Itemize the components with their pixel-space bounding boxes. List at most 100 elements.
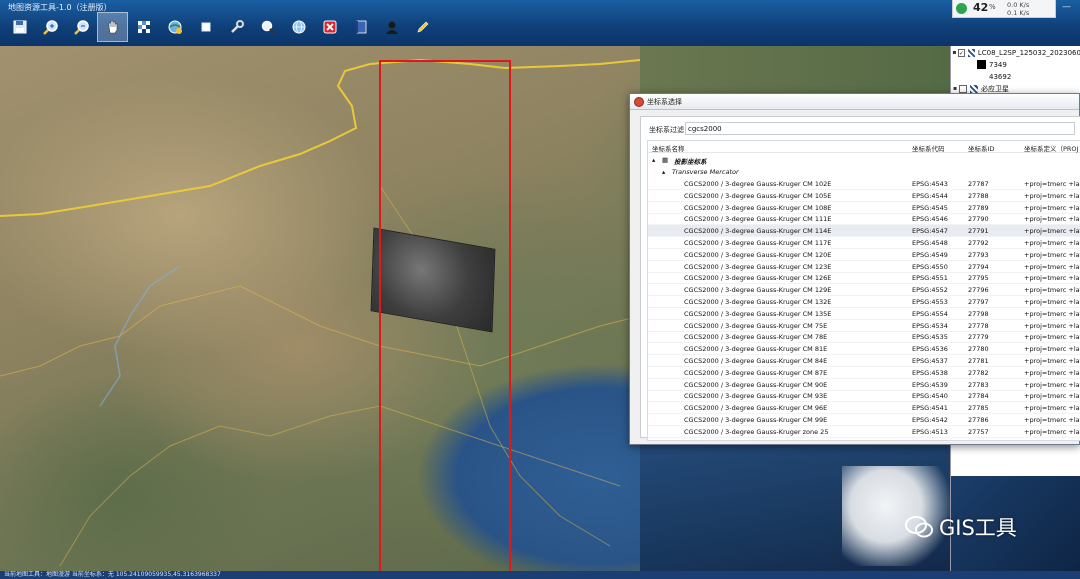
table-row[interactable]: CGCS2000 / 3-degree Gauss-Kruger CM 108E… <box>648 202 1080 214</box>
cell-crs-code: EPSG:4547 <box>912 227 948 236</box>
cell-crs-id: 27784 <box>968 392 989 401</box>
tree-group-projected[interactable]: ▴ ▦ 投影坐标系 <box>648 154 1080 166</box>
cell-crs-code: EPSG:4540 <box>912 392 948 401</box>
table-row[interactable]: CGCS2000 / 3-degree Gauss-Kruger CM 75E E… <box>648 320 1080 332</box>
table-header: 坐标系名称 坐标系代码 坐标系ID 坐标系定义（PROJ <box>648 141 1080 153</box>
cell-crs-id: 27795 <box>968 274 989 283</box>
close-layer-button[interactable] <box>314 12 345 42</box>
tools-button[interactable] <box>221 12 252 42</box>
legend-value-max: 43692 <box>989 72 1012 81</box>
cell-crs-proj: +proj=tmerc +lat <box>1024 180 1080 188</box>
pan-button[interactable] <box>97 12 128 42</box>
dialog-body: 坐标系过滤 坐标系名称 坐标系代码 坐标系ID 坐标系定义（PROJ ▴ ▦ 投… <box>640 116 1080 441</box>
tree-group-transverse-mercator[interactable]: ▴ Transverse Mercator <box>648 166 1080 178</box>
table-row[interactable]: CGCS2000 / 3-degree Gauss-Kruger CM 105E… <box>648 190 1080 202</box>
net-upload-speed: 0.0 K/s <box>1007 1 1030 9</box>
tree-expand-icon[interactable]: ▪ <box>951 85 959 92</box>
layers-button[interactable] <box>283 12 314 42</box>
dialog-title: 坐标系选择 <box>647 98 682 106</box>
cell-crs-proj: +proj=tmerc +lat <box>1024 357 1080 365</box>
cell-crs-id: 27782 <box>968 368 989 377</box>
watermark: GIS工具 <box>905 512 1017 542</box>
search-button[interactable] <box>252 12 283 42</box>
layer-checkbox[interactable]: ✓ <box>957 48 965 57</box>
col-header-name[interactable]: 坐标系名称 <box>652 143 685 153</box>
table-row[interactable]: CGCS2000 / 3-degree Gauss-Kruger CM 117E… <box>648 237 1080 249</box>
cell-crs-code: EPSG:4535 <box>912 333 948 342</box>
cell-crs-proj: +proj=tmerc +lat <box>1024 250 1080 259</box>
selection-extent-rectangle[interactable] <box>379 60 511 571</box>
table-row[interactable]: CGCS2000 / 3-degree Gauss-Kruger CM 96E E… <box>648 402 1080 415</box>
cell-crs-code: EPSG:4542 <box>912 416 948 424</box>
cell-crs-code: EPSG:4552 <box>912 286 948 295</box>
table-row[interactable]: CGCS2000 / 3-degree Gauss-Kruger CM 87E E… <box>648 367 1080 379</box>
table-row[interactable]: CGCS2000 / 3-degree Gauss-Kruger CM 78E E… <box>648 331 1080 344</box>
square-select-icon <box>201 22 210 32</box>
table-row[interactable]: CGCS2000 / 3-degree Gauss-Kruger CM 90E E… <box>648 379 1080 391</box>
cell-crs-code: EPSG:4548 <box>912 239 948 247</box>
grid-button[interactable] <box>128 12 159 42</box>
table-row[interactable]: CGCS2000 / 3-degree Gauss-Kruger CM 123E… <box>648 261 1080 273</box>
crs-filter-input[interactable] <box>685 122 1075 135</box>
cell-crs-name: CGCS2000 / 3-degree Gauss-Kruger CM 108E <box>684 203 832 212</box>
layer-label: 必应卫星 <box>981 84 1009 93</box>
table-row[interactable]: CGCS2000 / 3-degree Gauss-Kruger CM 132E… <box>648 296 1080 308</box>
cell-crs-code: EPSG:4549 <box>912 250 948 259</box>
collapse-icon[interactable]: ▴ <box>652 156 655 164</box>
zoom-out-button[interactable] <box>66 12 97 42</box>
help-button[interactable] <box>345 12 376 42</box>
cell-crs-id: 27780 <box>968 345 989 354</box>
table-row[interactable]: CGCS2000 / 3-degree Gauss-Kruger CM 102E… <box>648 178 1080 190</box>
collapse-icon[interactable]: ▴ <box>662 168 665 176</box>
table-row[interactable]: CGCS2000 / 3-degree Gauss-Kruger CM 99E E… <box>648 414 1080 426</box>
table-row[interactable]: CGCS2000 / 3-degree Gauss-Kruger CM 84E E… <box>648 355 1080 367</box>
table-row[interactable]: CGCS2000 / 3-degree Gauss-Kruger zone 25… <box>648 426 1080 438</box>
col-header-code[interactable]: 坐标系代码 <box>912 143 945 153</box>
cell-crs-name: CGCS2000 / 3-degree Gauss-Kruger CM 93E <box>684 392 828 401</box>
cell-crs-id: 27757 <box>968 427 989 436</box>
table-row[interactable]: CGCS2000 / 3-degree Gauss-Kruger CM 114E… <box>648 225 1080 238</box>
edit-button[interactable] <box>407 12 438 42</box>
select-button[interactable] <box>190 12 221 42</box>
cell-crs-name: CGCS2000 / 3-degree Gauss-Kruger zone 25 <box>684 427 829 436</box>
table-row[interactable]: CGCS2000 / 3-degree Gauss-Kruger CM 120E… <box>648 249 1080 261</box>
cell-crs-id: 27792 <box>968 239 989 247</box>
user-icon <box>385 21 398 34</box>
cell-crs-code: EPSG:4541 <box>912 404 948 413</box>
cell-crs-name: CGCS2000 / 3-degree Gauss-Kruger CM 75E <box>684 321 828 330</box>
cell-crs-name: CGCS2000 / 3-degree Gauss-Kruger CM 78E <box>684 333 828 342</box>
cell-crs-name: CGCS2000 / 3-degree Gauss-Kruger CM 123E <box>684 262 832 271</box>
shield-icon <box>956 3 967 14</box>
cell-crs-name: CGCS2000 / 3-degree Gauss-Kruger CM 135E <box>684 309 832 318</box>
col-header-proj[interactable]: 坐标系定义（PROJ <box>1024 143 1078 153</box>
globe-settings-button[interactable] <box>159 12 190 42</box>
tree-expand-icon[interactable]: ▪ <box>951 49 958 56</box>
cell-crs-id: 27778 <box>968 321 989 330</box>
battery-percent-sign: % <box>989 3 996 11</box>
cell-crs-proj: +proj=tmerc +lat <box>1024 427 1080 436</box>
table-row[interactable]: CGCS2000 / 3-degree Gauss-Kruger CM 111E… <box>648 213 1080 226</box>
cell-crs-name: CGCS2000 / 3-degree Gauss-Kruger CM 126E <box>684 274 832 283</box>
group-label: 投影坐标系 <box>674 158 707 166</box>
save-button[interactable] <box>4 12 35 42</box>
dialog-titlebar[interactable]: 坐标系选择 <box>630 94 1079 110</box>
layer-checkbox[interactable] <box>959 84 967 93</box>
table-row[interactable]: CGCS2000 / 3-degree Gauss-Kruger CM 81E E… <box>648 343 1080 356</box>
cell-crs-code: EPSG:4534 <box>912 321 948 330</box>
cell-crs-id: 27793 <box>968 250 989 259</box>
cell-crs-name: CGCS2000 / 3-degree Gauss-Kruger CM 84E <box>684 357 828 365</box>
table-row[interactable]: CGCS2000 / 3-degree Gauss-Kruger CM 129E… <box>648 284 1080 297</box>
cell-crs-id: 27789 <box>968 203 989 212</box>
minimize-icon[interactable]: — <box>1062 2 1071 12</box>
cell-crs-code: EPSG:4513 <box>912 427 948 436</box>
user-button[interactable] <box>376 12 407 42</box>
crs-table: 坐标系名称 坐标系代码 坐标系ID 坐标系定义（PROJ ▴ ▦ 投影坐标系 ▴… <box>647 140 1080 441</box>
cell-crs-code: EPSG:4553 <box>912 298 948 306</box>
col-header-id[interactable]: 坐标系ID <box>968 143 994 153</box>
table-row[interactable]: CGCS2000 / 3-degree Gauss-Kruger CM 126E… <box>648 272 1080 285</box>
system-tray: 42 % 0.0 K/s 0.1 K/s <box>952 0 1056 18</box>
zoom-in-button[interactable] <box>35 12 66 42</box>
cell-crs-id: 27786 <box>968 416 989 424</box>
table-row[interactable]: CGCS2000 / 3-degree Gauss-Kruger CM 93E E… <box>648 390 1080 403</box>
table-row[interactable]: CGCS2000 / 3-degree Gauss-Kruger CM 135E… <box>648 308 1080 320</box>
